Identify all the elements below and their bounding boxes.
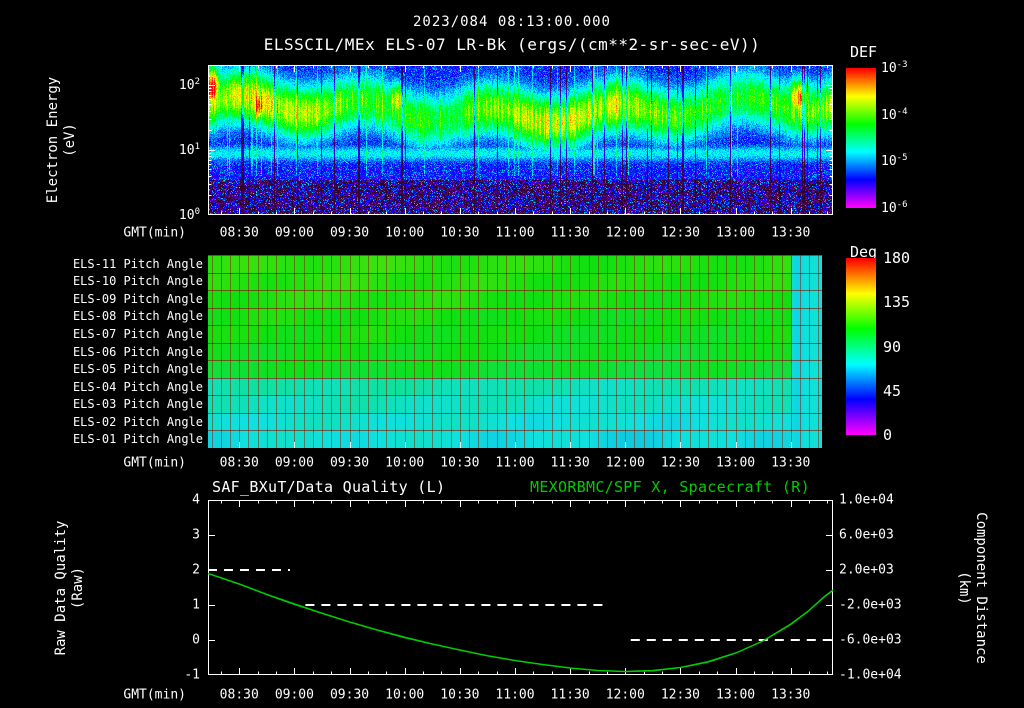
spacecraft-series-title: MEXORBMC/SPF X, Spacecraft (R)	[530, 478, 810, 496]
quality-tick-label: 3	[192, 527, 200, 543]
def-tick-label: 10-3	[881, 59, 908, 77]
x-tick-label: 11:30	[550, 225, 590, 241]
x-tick-label: 08:30	[219, 225, 259, 241]
x-tick-label: 11:00	[495, 225, 535, 241]
def-tick-label: 10-4	[881, 106, 908, 123]
axis-label-line: Raw Data Quality	[53, 520, 69, 656]
quality-tick-label: 2	[192, 562, 200, 578]
deg-colorbar	[846, 258, 876, 435]
deg-tick-label: 45	[883, 381, 902, 400]
energy-tick-label: 100	[178, 206, 200, 224]
quality-tick-label: -1	[184, 667, 200, 683]
x-tick-label: 10:30	[440, 225, 480, 241]
distance-tick-label: -2.0e+03	[839, 597, 902, 613]
x-tick-label: 12:30	[660, 225, 700, 241]
pitch-row-label: ELS-01 Pitch Angle	[72, 432, 203, 447]
x-tick-label: 10:30	[440, 455, 480, 471]
axis-label-line: Electron Energy	[45, 76, 61, 204]
gmt-axis-label: GMT(min)	[123, 687, 186, 703]
def-colorbar-title: DEF	[850, 43, 878, 61]
x-tick-label: 09:30	[329, 225, 370, 241]
x-tick-label: 10:00	[385, 225, 425, 241]
pitch-row-label: ELS-06 Pitch Angle	[72, 344, 203, 359]
pitch-row-label: ELS-04 Pitch Angle	[72, 379, 203, 394]
distance-tick-label: 1.0e+04	[839, 492, 894, 508]
distance-tick-label: 2.0e+03	[839, 562, 894, 578]
axis-label-line: Component Distance	[973, 512, 989, 664]
pitch-row-label: ELS-05 Pitch Angle	[72, 362, 203, 377]
plot-page: 2023/084 08:13:00.000 ELSSCIL/MEx ELS-07…	[0, 0, 1024, 708]
x-tick-label: 11:00	[495, 687, 535, 703]
pitch-row-label: ELS-02 Pitch Angle	[72, 414, 203, 429]
x-tick-label: 09:00	[274, 687, 314, 703]
x-tick-label: 10:30	[440, 687, 480, 703]
quality-tick-label: 4	[192, 492, 200, 508]
deg-tick-label: 0	[883, 426, 893, 444]
x-tick-label: 11:30	[550, 455, 590, 471]
pitch-row-label: ELS-07 Pitch Angle	[72, 326, 203, 341]
axis-label-line: (Raw)	[70, 566, 86, 610]
x-tick-label: 12:00	[605, 687, 645, 703]
deg-tick-label: 135	[883, 293, 911, 312]
quality-tick-label: 1	[192, 597, 200, 613]
x-tick-label: 09:00	[274, 455, 314, 471]
pitch-angle-panel-canvas	[208, 255, 833, 448]
pitch-row-label: ELS-10 Pitch Angle	[72, 274, 203, 289]
x-tick-label: 09:30	[329, 687, 370, 703]
axis-label-line: (km)	[956, 571, 972, 605]
energy-tick-label: 102	[178, 76, 200, 93]
quality-distance-plot-canvas	[208, 500, 833, 675]
x-tick-label: 13:30	[771, 455, 811, 471]
def-colorbar	[846, 68, 876, 208]
timestamp-title: 2023/084 08:13:00.000	[412, 14, 611, 30]
x-tick-label: 13:30	[771, 225, 811, 241]
x-tick-label: 12:00	[605, 455, 645, 471]
x-tick-label: 13:00	[715, 455, 756, 471]
raw-data-quality-axis-label: Raw Data Quality (Raw)	[53, 521, 87, 656]
quality-series-title: SAF_BXuT/Data Quality (L)	[212, 478, 446, 496]
x-tick-label: 09:00	[274, 225, 314, 241]
pitch-row-label: ELS-08 Pitch Angle	[72, 309, 203, 324]
x-tick-label: 10:00	[385, 687, 425, 703]
energy-tick-label: 101	[178, 141, 200, 158]
component-distance-axis-label: Component Distance (km)	[955, 512, 989, 664]
pitch-row-label: ELS-09 Pitch Angle	[72, 291, 203, 306]
pitch-row-label: ELS-11 Pitch Angle	[72, 256, 203, 271]
deg-tick-label: 90	[883, 337, 902, 356]
x-tick-label: 13:30	[771, 687, 811, 703]
x-tick-label: 12:30	[660, 455, 700, 471]
x-tick-label: 13:00	[715, 687, 756, 703]
x-tick-label: 08:30	[219, 455, 259, 471]
x-tick-label: 11:30	[550, 687, 590, 703]
gmt-axis-label: GMT(min)	[123, 225, 186, 241]
quality-tick-label: 0	[192, 632, 200, 648]
x-tick-label: 12:00	[605, 225, 645, 241]
electron-energy-spectrogram-canvas	[208, 65, 833, 215]
x-tick-label: 12:30	[660, 687, 700, 703]
pitch-row-label: ELS-03 Pitch Angle	[72, 397, 203, 412]
x-tick-label: 10:00	[385, 455, 425, 471]
distance-tick-label: -6.0e+03	[839, 632, 902, 648]
x-tick-label: 09:30	[329, 455, 370, 471]
axis-label-line: (eV)	[62, 123, 78, 157]
gmt-axis-label: GMT(min)	[123, 455, 186, 471]
x-tick-label: 11:00	[495, 455, 535, 471]
def-tick-label: 10-5	[881, 153, 908, 170]
distance-tick-label: 6.0e+03	[839, 527, 894, 543]
x-tick-label: 13:00	[715, 225, 756, 241]
distance-tick-label: -1.0e+04	[839, 667, 902, 683]
deg-tick-label: 180	[883, 249, 911, 267]
x-tick-label: 08:30	[219, 687, 259, 703]
electron-energy-axis-label: Electron Energy (eV)	[45, 77, 79, 203]
def-tick-label: 10-6	[881, 199, 908, 217]
